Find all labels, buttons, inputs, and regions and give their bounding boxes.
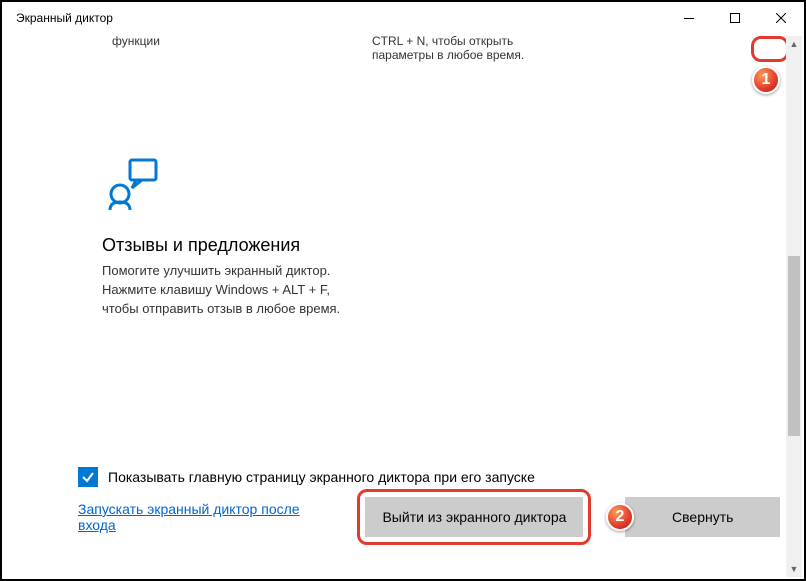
minimize-icon xyxy=(684,18,694,19)
checkbox-label: Показывать главную страницу экранного ди… xyxy=(108,469,535,485)
checkmark-icon xyxy=(81,470,95,484)
start-after-login-link[interactable]: Запускать экранный диктор после входа xyxy=(78,501,335,533)
annotation-badge-2: 2 xyxy=(606,503,634,531)
feedback-section: Отзывы и предложения Помогите улучшить э… xyxy=(102,154,362,319)
window-title: Экранный диктор xyxy=(16,11,113,25)
exit-button-wrapper: Выйти из экранного диктора xyxy=(365,497,583,537)
close-icon xyxy=(776,13,786,23)
partial-text-left: функции xyxy=(112,34,192,62)
content-area: функции CTRL + N, чтобы открыть параметр… xyxy=(2,34,804,579)
annotation-badge-1: 1 xyxy=(752,66,780,94)
maximize-window-button[interactable] xyxy=(712,2,758,34)
partial-text-right: CTRL + N, чтобы открыть параметры в любо… xyxy=(372,34,552,62)
titlebar: Экранный диктор xyxy=(2,2,804,34)
minimize-button[interactable]: Свернуть xyxy=(625,497,780,537)
maximize-icon xyxy=(730,13,740,23)
feedback-description: Помогите улучшить экранный диктор. Нажми… xyxy=(102,262,362,319)
exit-narrator-button[interactable]: Выйти из экранного диктора xyxy=(365,497,583,537)
close-window-button[interactable] xyxy=(758,2,804,34)
scroll-up-arrow-icon[interactable]: ▲ xyxy=(786,36,802,52)
minimize-window-button[interactable] xyxy=(666,2,712,34)
scroll-down-arrow-icon[interactable]: ▼ xyxy=(786,561,802,577)
feedback-title: Отзывы и предложения xyxy=(102,235,362,256)
bottom-actions-row: Запускать экранный диктор после входа Вы… xyxy=(78,497,780,537)
feedback-icon xyxy=(102,154,362,217)
partial-text-row: функции CTRL + N, чтобы открыть параметр… xyxy=(22,34,784,62)
scrollbar-thumb[interactable] xyxy=(788,256,800,436)
checkbox-checked[interactable] xyxy=(78,467,98,487)
show-homepage-checkbox-row[interactable]: Показывать главную страницу экранного ди… xyxy=(78,467,535,487)
vertical-scrollbar[interactable]: ▲ ▼ xyxy=(786,36,802,577)
window-controls xyxy=(666,2,804,34)
